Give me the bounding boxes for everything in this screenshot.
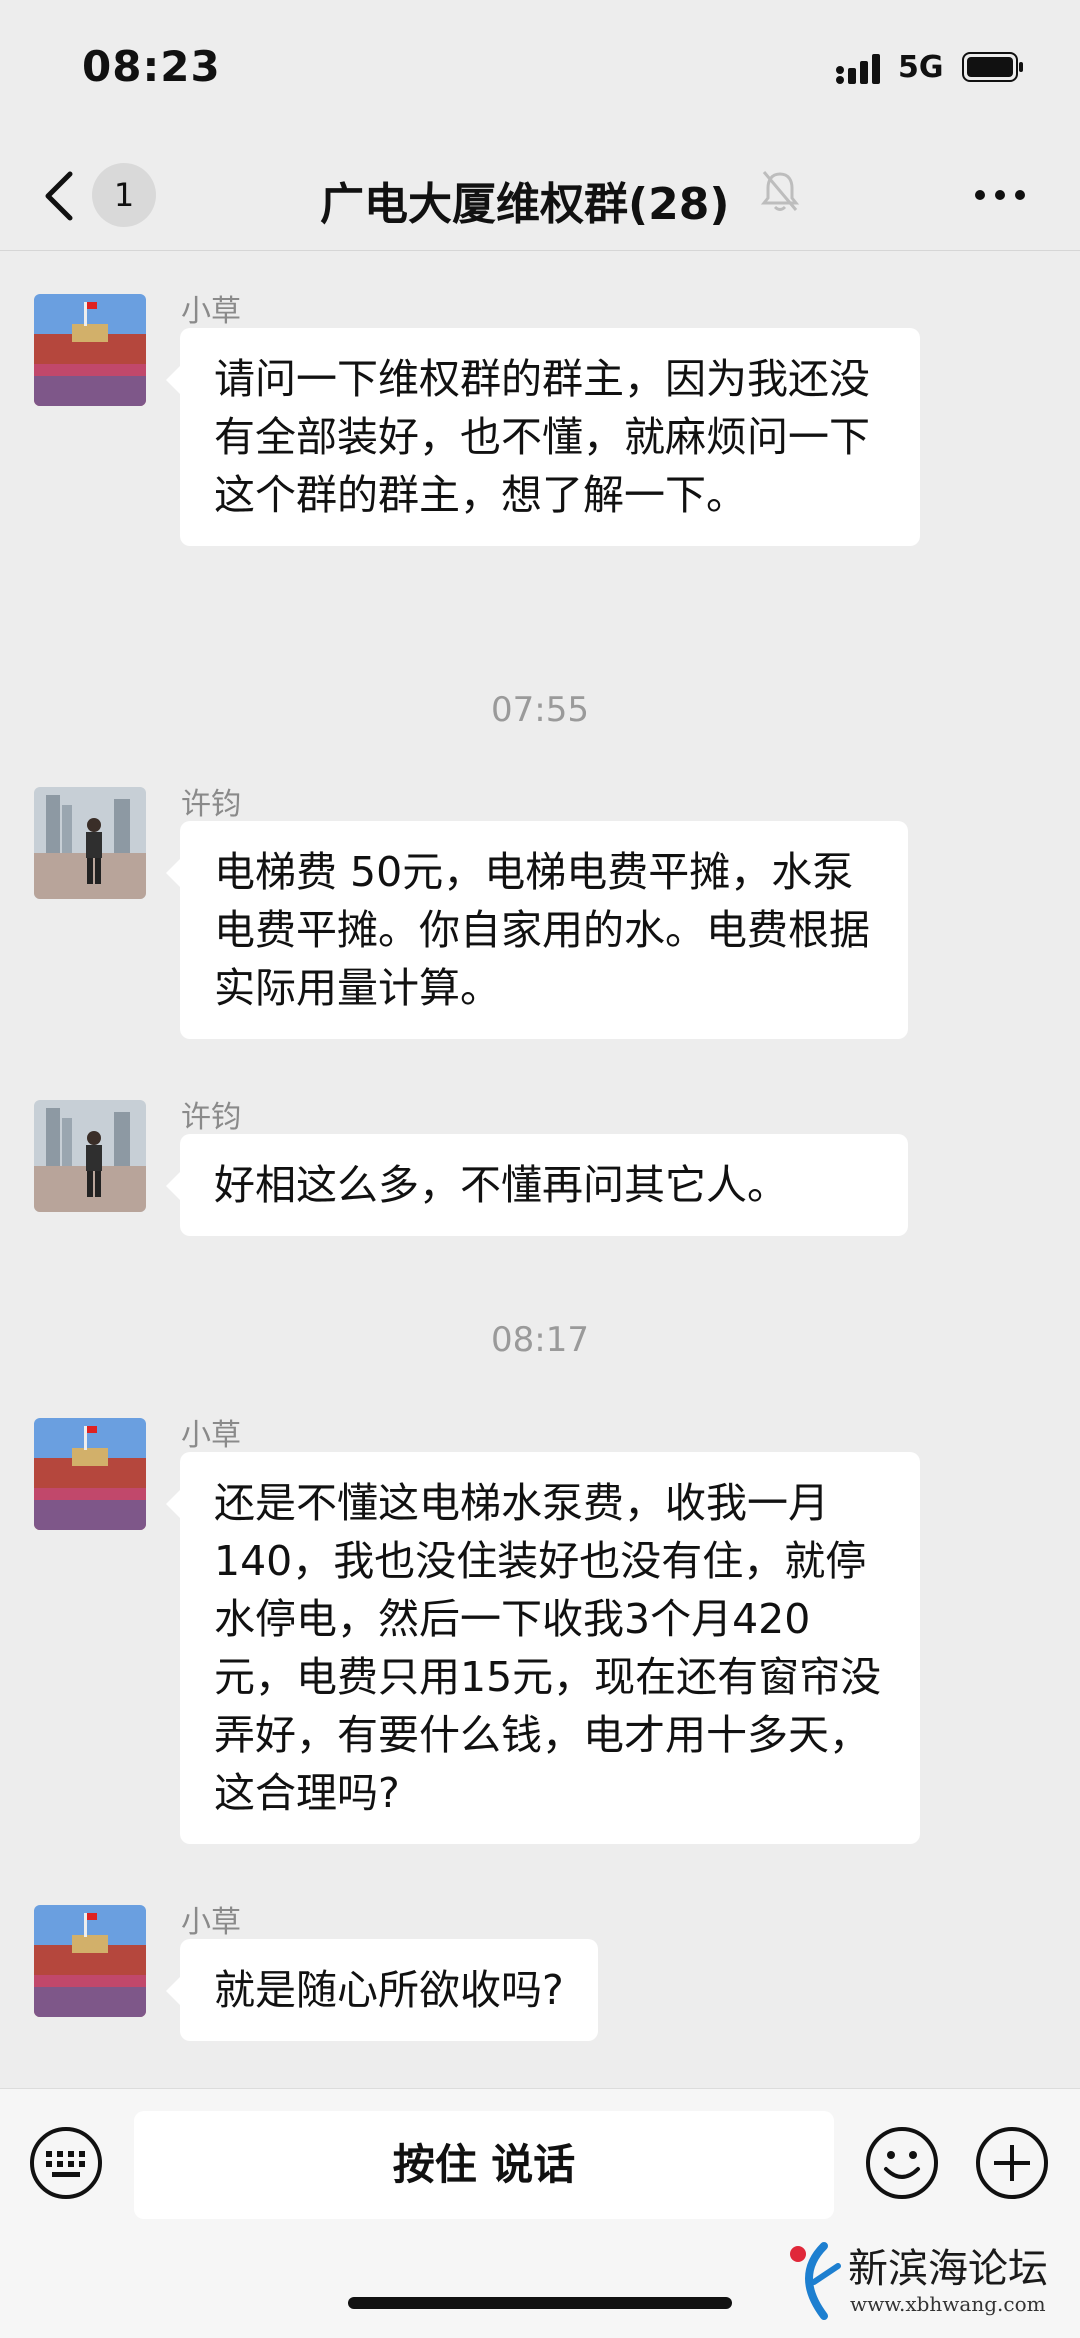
network-label: 5G <box>898 50 944 85</box>
message-bubble[interactable]: 电梯费 50元，电梯电费平摊，水泵电费平摊。你自家用的水。电费根据实际用量计算。 <box>166 821 908 1039</box>
back-icon[interactable] <box>38 166 78 226</box>
hold-to-talk-button[interactable]: 按住 说话 <box>134 2111 834 2219</box>
sender-name: 小草 <box>181 1905 241 1940</box>
chat-header: 1 广电大厦维权群(28) <box>0 140 1080 251</box>
avatar[interactable] <box>34 1100 146 1212</box>
message-bubble[interactable]: 还是不懂这电梯水泵费，收我一月140，我也没住装好也没有住，就停水停电，然后一下… <box>166 1452 920 1844</box>
time-separator: 07:55 <box>491 690 589 730</box>
signal-icon <box>836 54 880 84</box>
sender-name: 小草 <box>181 1418 241 1453</box>
status-time: 08:23 <box>82 42 221 91</box>
message-bubble[interactable]: 请问一下维权群的群主，因为我还没有全部装好，也不懂，就麻烦问一下这个群的群主，想… <box>166 328 920 546</box>
avatar[interactable] <box>34 1905 146 2017</box>
chat-title: 广电大厦维权群(28) <box>320 179 730 230</box>
sender-name: 小草 <box>181 294 241 329</box>
more-icon[interactable] <box>970 180 1030 210</box>
sender-name: 许钧 <box>181 787 241 822</box>
plus-icon[interactable] <box>974 2125 1050 2201</box>
battery-icon <box>962 52 1023 82</box>
forum-logo-icon <box>790 2242 841 2320</box>
avatar[interactable] <box>34 294 146 406</box>
time-separator: 08:17 <box>491 1320 589 1360</box>
watermark-url: www.xbhwang.com <box>850 2292 1046 2316</box>
status-bar: 08:23 5G <box>0 0 1080 140</box>
watermark-title: 新滨海论坛 <box>848 2246 1048 2292</box>
mute-icon <box>760 171 800 211</box>
unread-badge[interactable]: 1 <box>92 163 156 227</box>
sender-name: 许钧 <box>181 1100 241 1135</box>
emoji-icon[interactable] <box>864 2125 940 2201</box>
message-bubble[interactable]: 就是随心所欲收吗? <box>166 1939 598 2041</box>
message-bubble[interactable]: 好相这么多，不懂再问其它人。 <box>166 1134 908 1236</box>
avatar[interactable] <box>34 787 146 899</box>
home-indicator <box>348 2297 732 2309</box>
avatar[interactable] <box>34 1418 146 1530</box>
forum-watermark: 新滨海论坛 www.xbhwang.com <box>784 2236 1080 2326</box>
keyboard-icon[interactable] <box>28 2125 104 2201</box>
